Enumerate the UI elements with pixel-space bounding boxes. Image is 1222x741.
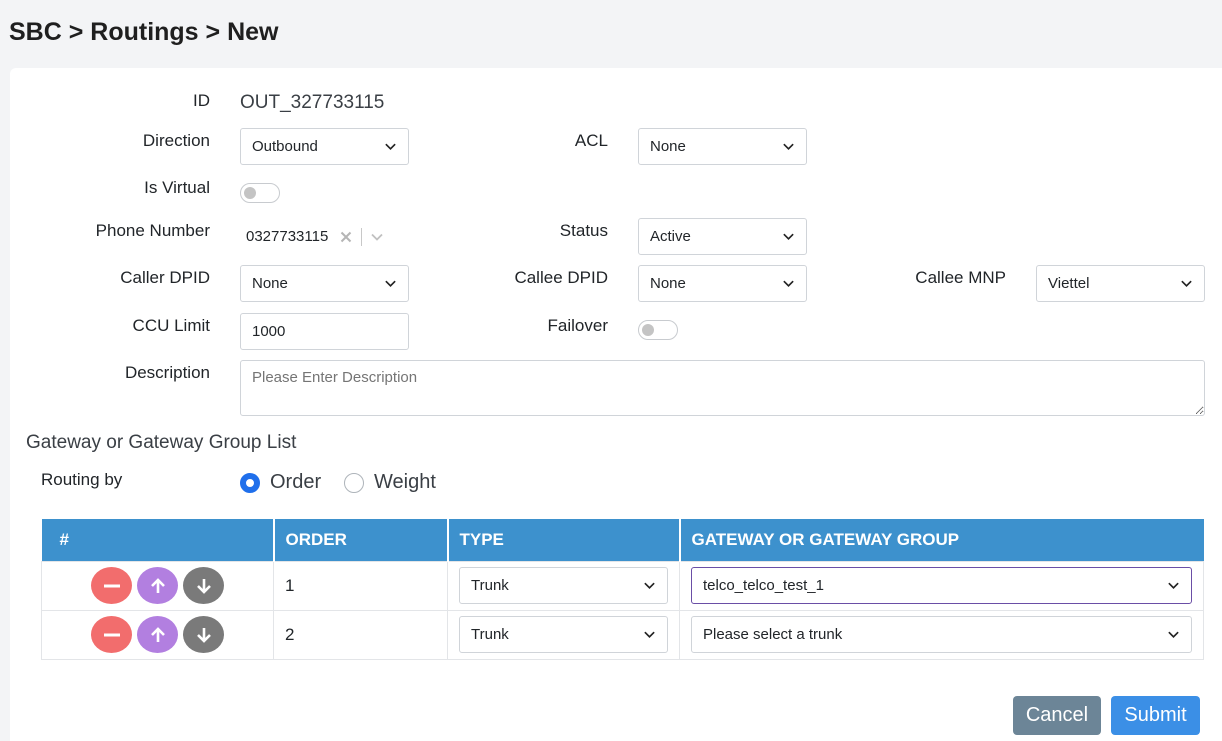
radio-order-label: Order [270, 471, 322, 493]
ccu-limit-label: CCU Limit [132, 316, 210, 335]
callee-dpid-value: None [650, 275, 686, 292]
acl-value: None [650, 138, 686, 155]
table-row: 2 Trunk Please select a trunk [41, 609, 1204, 660]
is-virtual-label: Is Virtual [144, 178, 210, 197]
radio-weight-label: Weight [374, 471, 436, 493]
submit-button[interactable]: Submit [1111, 696, 1200, 735]
separator [361, 227, 363, 246]
gateway-select[interactable]: telco_telco_test_1 [691, 567, 1192, 604]
radio-order-circle[interactable] [240, 472, 260, 493]
radio-weight[interactable]: Weight [344, 471, 436, 494]
status-label: Status [559, 221, 608, 240]
move-up-button[interactable] [137, 567, 178, 604]
phone-number-label: Phone Number [95, 221, 210, 240]
remove-row-button[interactable] [91, 567, 132, 604]
chevron-down-icon [1168, 631, 1179, 639]
status-select[interactable]: Active [638, 218, 807, 255]
phone-number-select[interactable]: 0327733115 [240, 218, 410, 255]
arrow-up-icon [150, 626, 165, 642]
move-up-button[interactable] [137, 616, 178, 653]
type-value: Trunk [471, 577, 509, 594]
callee-dpid-select[interactable]: None [638, 265, 807, 302]
toggle-knob [642, 324, 654, 336]
failover-label: Failover [547, 316, 608, 335]
chevron-down-icon [385, 280, 396, 288]
callee-mnp-label: Callee MNP [915, 268, 1006, 287]
move-down-button[interactable] [183, 567, 224, 604]
chevron-down-icon [783, 280, 794, 288]
acl-label: ACL [574, 131, 608, 150]
gateway-value: Please select a trunk [703, 626, 843, 643]
type-select[interactable]: Trunk [459, 567, 668, 604]
direction-select[interactable]: Outbound [240, 128, 409, 165]
callee-mnp-select[interactable]: Viettel [1036, 265, 1205, 302]
column-header-type: TYPE [447, 519, 681, 561]
description-label: Description [124, 363, 210, 382]
ccu-limit-input[interactable]: 1000 [240, 313, 409, 350]
direction-value: Outbound [252, 138, 318, 155]
failover-toggle[interactable] [638, 320, 678, 340]
arrow-down-icon [196, 578, 211, 594]
row-gateway-cell: Please select a trunk [679, 609, 1204, 660]
radio-weight-circle[interactable] [344, 472, 364, 493]
phone-number-value: 0327733115 [246, 228, 329, 245]
column-header-order: ORDER [273, 519, 449, 561]
move-down-button[interactable] [183, 616, 224, 653]
gateway-select[interactable]: Please select a trunk [691, 616, 1192, 653]
radio-order[interactable]: Order [240, 471, 321, 494]
chevron-down-icon [644, 582, 655, 590]
callee-dpid-label: Callee DPID [514, 268, 608, 287]
toggle-knob [244, 187, 256, 199]
chevron-down-icon [385, 143, 396, 151]
arrow-up-icon [150, 577, 165, 593]
routing-form-card: ID OUT_327733115 Direction Outbound ACL … [10, 68, 1222, 741]
caller-dpid-value: None [252, 275, 288, 292]
is-virtual-toggle[interactable] [240, 183, 280, 203]
table-row: 1 Trunk telco_telco_test_1 [41, 560, 1204, 611]
gateway-value: telco_telco_test_1 [703, 577, 824, 594]
remove-row-button[interactable] [91, 616, 132, 653]
caller-dpid-label: Caller DPID [120, 268, 210, 287]
breadcrumb: SBC > Routings > New [9, 18, 279, 46]
id-value: OUT_327733115 [240, 92, 385, 113]
row-order: 1 [273, 560, 448, 611]
description-textarea[interactable] [240, 360, 1205, 416]
gateway-table: # ORDER TYPE GATEWAY OR GATEWAY GROUP 1 … [41, 519, 1204, 660]
direction-label: Direction [142, 131, 210, 150]
cancel-button[interactable]: Cancel [1013, 696, 1101, 735]
callee-mnp-value: Viettel [1048, 275, 1090, 292]
id-label: ID [193, 91, 210, 110]
gateway-section-title: Gateway or Gateway Group List [26, 432, 297, 453]
column-header-index: # [41, 519, 275, 561]
acl-select[interactable]: None [638, 128, 807, 165]
table-header-row: # ORDER TYPE GATEWAY OR GATEWAY GROUP [41, 519, 1204, 561]
arrow-down-icon [196, 627, 211, 643]
chevron-down-icon [644, 631, 655, 639]
status-value: Active [650, 228, 691, 245]
routing-by-label: Routing by [41, 470, 123, 489]
row-type-cell: Trunk [447, 609, 680, 660]
column-header-gateway: GATEWAY OR GATEWAY GROUP [679, 519, 1204, 561]
chevron-down-icon [1181, 280, 1192, 288]
caller-dpid-select[interactable]: None [240, 265, 409, 302]
row-order: 2 [273, 609, 448, 660]
row-actions [41, 609, 274, 660]
chevron-down-icon [783, 143, 794, 151]
row-type-cell: Trunk [447, 560, 680, 611]
row-actions [41, 560, 274, 611]
row-gateway-cell: telco_telco_test_1 [679, 560, 1204, 611]
minus-icon [103, 584, 120, 587]
chevron-down-icon[interactable] [370, 230, 384, 244]
type-value: Trunk [471, 626, 509, 643]
chevron-down-icon [783, 233, 794, 241]
minus-icon [103, 633, 120, 636]
chevron-down-icon [1168, 582, 1179, 590]
type-select[interactable]: Trunk [459, 616, 668, 653]
clear-icon[interactable] [340, 231, 352, 243]
